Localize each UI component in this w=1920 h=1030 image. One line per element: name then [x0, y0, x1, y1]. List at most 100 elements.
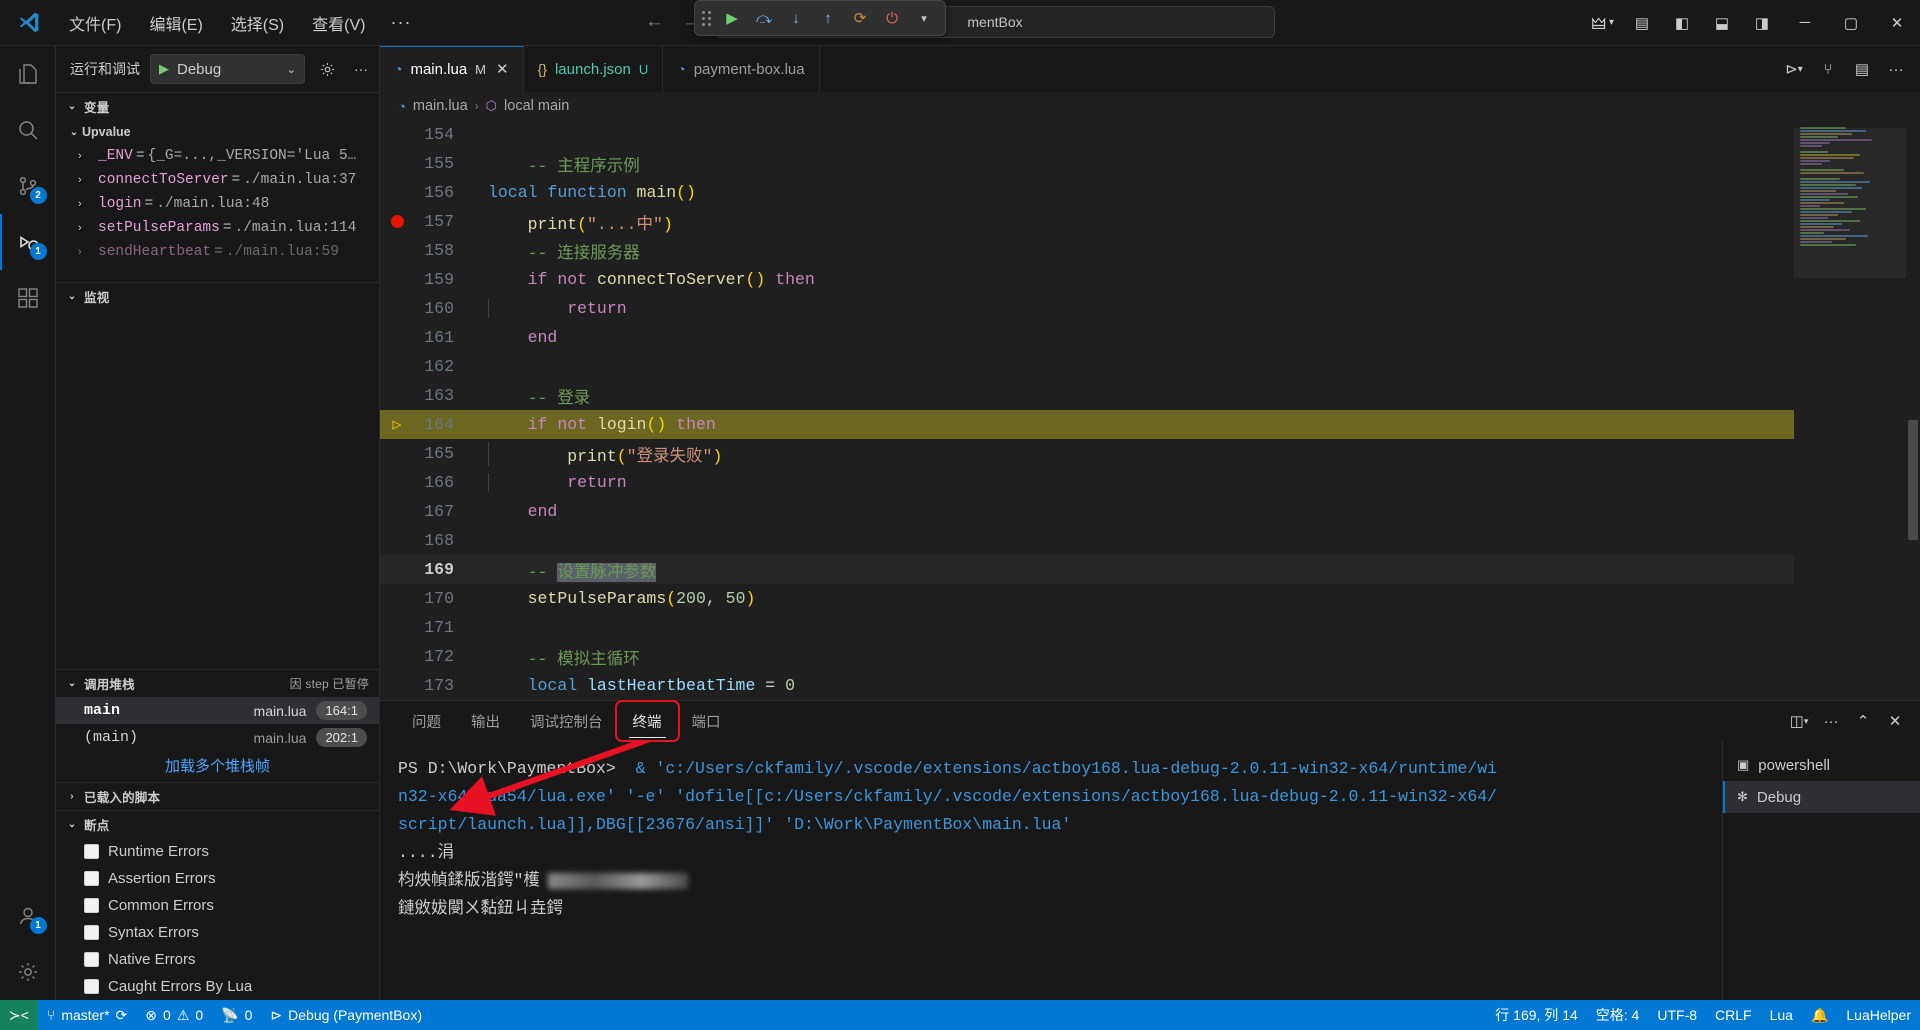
breadcrumb-symbol[interactable]: local main	[504, 98, 569, 114]
close-panel-icon[interactable]: ✕	[1880, 706, 1910, 736]
debug-toolbar-dropdown[interactable]: ▾	[909, 4, 939, 32]
breadcrumb-file[interactable]: main.lua	[413, 98, 468, 114]
menu-overflow-button[interactable]: ···	[380, 8, 421, 37]
chevron-right-icon[interactable]: ›	[78, 150, 98, 162]
activity-run-and-debug[interactable]: 1	[0, 214, 56, 270]
toggle-primary-sidebar-icon[interactable]: ◧	[1662, 0, 1702, 46]
tab-debug-console[interactable]: 调试控制台	[516, 704, 617, 738]
menu-selection[interactable]: 选择(S)	[218, 7, 297, 39]
checkbox[interactable]	[84, 898, 99, 913]
activity-source-control[interactable]: 2	[0, 158, 56, 214]
callstack-row[interactable]: main main.lua 164:1	[56, 697, 379, 724]
callstack-header[interactable]: ⌄ 调用堆栈 因 step 已暂停	[56, 670, 379, 697]
tab-ports[interactable]: 端口	[678, 704, 735, 738]
tab-payment-box-lua[interactable]: ◔ payment-box.lua	[663, 46, 820, 92]
gutter[interactable]	[380, 215, 414, 228]
extension-status[interactable]: LuaHelper	[1837, 1000, 1920, 1030]
minimap-slider[interactable]	[1794, 128, 1906, 278]
launch-configuration-select[interactable]: ▶ Debug ⌄	[150, 54, 305, 84]
breakpoint-icon[interactable]	[390, 215, 404, 228]
menu-edit[interactable]: 编辑(E)	[136, 7, 215, 39]
window-minimize-button[interactable]: ─	[1782, 0, 1828, 46]
tab-main-lua[interactable]: ◔ main.lua M ✕	[380, 46, 524, 92]
editor-scrollbar[interactable]	[1906, 120, 1920, 700]
restart-button[interactable]: ⟳	[845, 4, 875, 32]
remote-indicator[interactable]: ≻<	[0, 1000, 38, 1030]
encoding-setting[interactable]: UTF-8	[1648, 1000, 1706, 1030]
tab-problems[interactable]: 问题	[398, 704, 455, 738]
disconnect-button[interactable]: ⏻	[877, 4, 907, 32]
notifications-bell-icon[interactable]: 🔔	[1802, 1000, 1837, 1030]
tab-launch-json[interactable]: {} launch.json U	[524, 46, 664, 92]
activity-extensions[interactable]	[0, 270, 56, 326]
variable-row[interactable]: › _ENV = {_G=...,_VERSION='Lua 5…	[56, 144, 379, 168]
minimap[interactable]	[1794, 120, 1906, 700]
menu-file[interactable]: 文件(F)	[56, 7, 134, 39]
sidebar-more-actions-button[interactable]: ···	[349, 55, 373, 83]
drag-handle[interactable]	[701, 10, 715, 26]
panel-more-actions-icon[interactable]: ···	[1816, 706, 1846, 736]
variable-row[interactable]: › sendHeartbeat = ./main.lua:59	[56, 240, 379, 264]
chevron-right-icon[interactable]: ›	[78, 174, 98, 186]
checkbox[interactable]	[84, 979, 99, 994]
tab-output[interactable]: 输出	[457, 704, 514, 738]
cursor-position[interactable]: 行 169, 列 14	[1486, 1000, 1587, 1030]
chevron-right-icon[interactable]: ›	[78, 222, 98, 234]
code-content[interactable]: 154 155 -- 主程序示例 156 local function main…	[380, 120, 1794, 700]
navigate-back-icon[interactable]: ←	[645, 11, 664, 33]
loaded-scripts-header[interactable]: › 已载入的脚本	[56, 783, 379, 810]
terminal-tab-powershell[interactable]: ▣ powershell	[1723, 749, 1920, 781]
checkbox[interactable]	[84, 871, 99, 886]
continue-button[interactable]: ▶	[717, 4, 747, 32]
eol-setting[interactable]: CRLF	[1706, 1000, 1761, 1030]
chevron-right-icon[interactable]: ›	[78, 198, 98, 210]
scrollbar-thumb[interactable]	[1908, 420, 1918, 540]
run-or-debug-icon[interactable]: ⊳ ▾	[1778, 53, 1810, 85]
toggle-bottom-panel-icon[interactable]: ⬓	[1702, 0, 1742, 46]
problems-indicator[interactable]: ⊗ 0 ⚠ 0	[136, 1000, 212, 1030]
debug-session-indicator[interactable]: ⊳ Debug (PaymentBox)	[261, 1000, 431, 1030]
terminal-output[interactable]: PS D:\Work\PaymentBox> & 'c:/Users/ckfam…	[380, 741, 1722, 1002]
split-editor-icon[interactable]: ▤	[1846, 53, 1878, 85]
window-maximize-button[interactable]: ▢	[1828, 0, 1874, 46]
breakpoints-header[interactable]: ⌄ 断点	[56, 811, 379, 838]
breakpoint-row[interactable]: Syntax Errors	[56, 919, 379, 946]
variable-row[interactable]: › login = ./main.lua:48	[56, 192, 379, 216]
chevron-right-icon[interactable]: ›	[78, 246, 98, 258]
window-close-button[interactable]: ✕	[1874, 0, 1920, 46]
activity-search[interactable]	[0, 102, 56, 158]
editor-more-actions-icon[interactable]: ···	[1880, 53, 1912, 85]
breakpoint-row[interactable]: Assertion Errors	[56, 865, 379, 892]
toggle-secondary-sidebar-icon[interactable]: ◨	[1742, 0, 1782, 46]
activity-accounts[interactable]: 1	[0, 888, 56, 944]
breakpoint-row[interactable]: Runtime Errors	[56, 838, 379, 865]
start-debug-icon[interactable]: ▶	[159, 61, 169, 77]
variables-header[interactable]: ⌄ 变量	[56, 93, 379, 120]
menu-view[interactable]: 查看(V)	[299, 7, 378, 39]
step-into-button[interactable]: ↓	[781, 4, 811, 32]
branch-indicator[interactable]: ⑂ master* ⟳	[38, 1000, 136, 1030]
variable-row[interactable]: › setPulseParams = ./main.lua:114	[56, 216, 379, 240]
variables-group-upvalue[interactable]: ⌄ Upvalue	[56, 120, 379, 144]
toggle-panel-layout-icon[interactable]: ▤	[1622, 0, 1662, 46]
checkbox[interactable]	[84, 925, 99, 940]
split-source-control-icon[interactable]: ⑂	[1812, 53, 1844, 85]
checkbox[interactable]	[84, 952, 99, 967]
copilot-button[interactable]: 🜲 ▾	[1583, 8, 1622, 38]
activity-explorer[interactable]	[0, 46, 56, 102]
ports-indicator[interactable]: 📡 0	[212, 1000, 261, 1030]
activity-settings[interactable]	[0, 944, 56, 1000]
step-over-button[interactable]: ⤼	[749, 4, 779, 32]
maximize-panel-icon[interactable]: ⌃	[1848, 706, 1878, 736]
load-more-stack-frames-link[interactable]: 加载多个堆栈帧	[56, 751, 379, 782]
variable-row[interactable]: › connectToServer = ./main.lua:37	[56, 168, 379, 192]
terminal-tab-debug[interactable]: ✻ Debug	[1723, 781, 1920, 813]
breakpoint-row[interactable]: Common Errors	[56, 892, 379, 919]
step-out-button[interactable]: ↑	[813, 4, 843, 32]
open-launch-json-button[interactable]	[315, 55, 339, 83]
gutter[interactable]: ▷	[380, 415, 414, 434]
split-terminal-icon[interactable]: ◫ ▾	[1784, 706, 1814, 736]
tab-terminal[interactable]: 终端	[614, 700, 680, 742]
language-mode[interactable]: Lua	[1761, 1000, 1802, 1030]
close-icon[interactable]: ✕	[496, 60, 509, 78]
